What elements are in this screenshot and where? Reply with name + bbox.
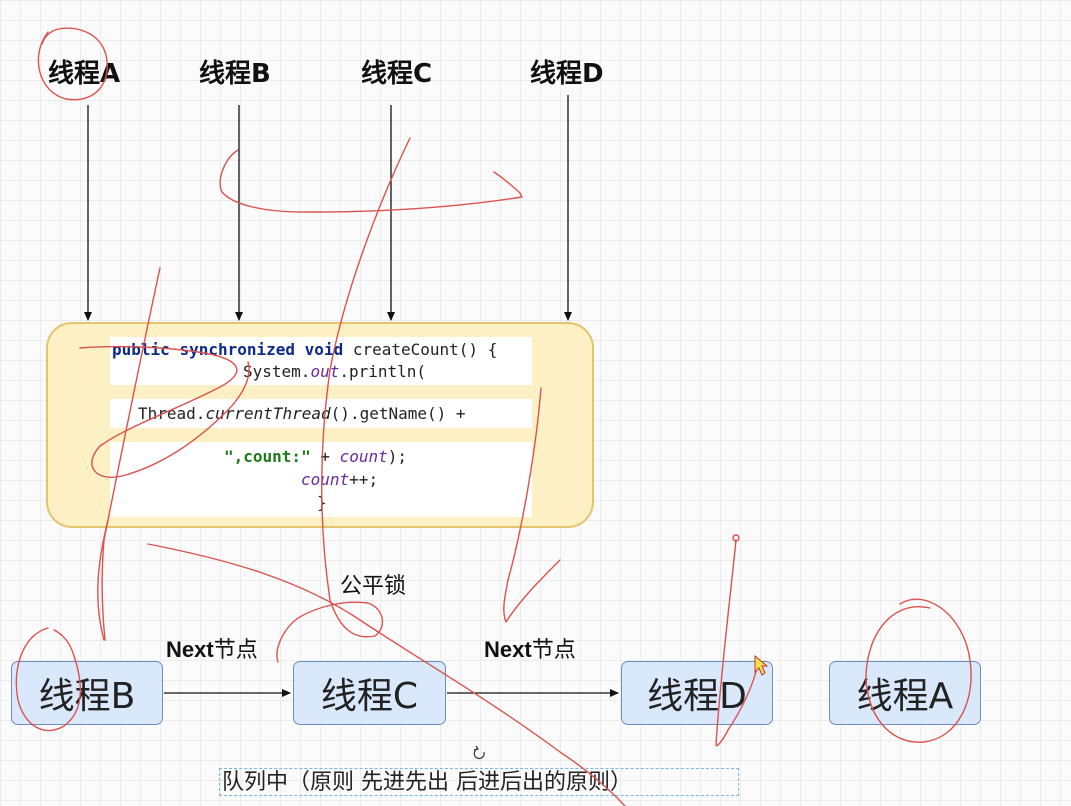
circle-thread-a [37, 27, 108, 101]
circle-queue-b [15, 627, 81, 732]
circle-queue-a [865, 598, 972, 743]
stroke-to-d [715, 539, 759, 747]
mouse-cursor-icon [754, 654, 769, 676]
loop-in-code [79, 345, 250, 478]
stroke-through-c [276, 137, 411, 663]
red-annotations [15, 27, 972, 806]
refresh-icon [473, 745, 485, 760]
stroke-near-d [503, 387, 561, 623]
bracket-annotation [219, 149, 523, 213]
stroke-left-1 [101, 267, 161, 641]
diagram-overlay [15, 27, 972, 806]
diagonal-long [147, 543, 626, 806]
